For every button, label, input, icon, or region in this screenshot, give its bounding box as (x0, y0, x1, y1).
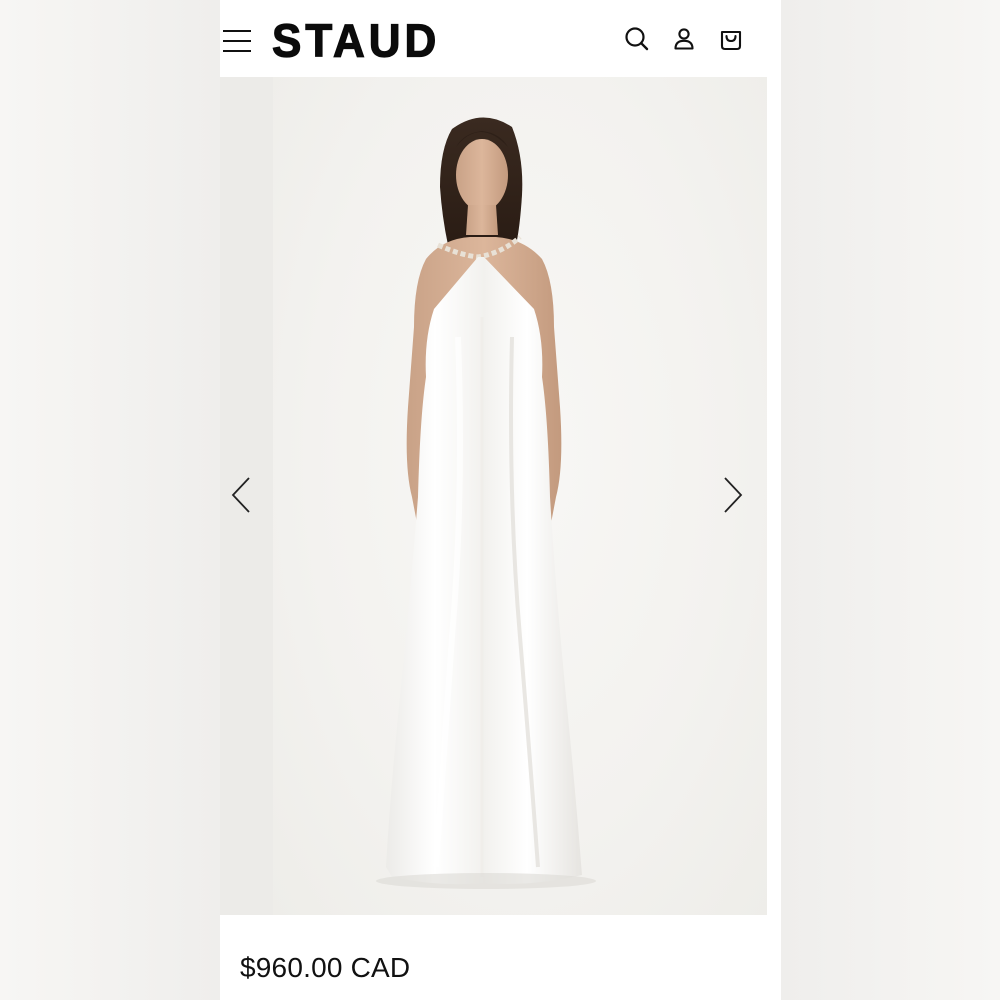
chevron-right-icon[interactable] (711, 465, 751, 525)
site-header: STAUD (220, 0, 781, 78)
brand-logo[interactable]: STAUD (271, 15, 440, 70)
page-backdrop-left (0, 0, 220, 1000)
product-page: STAUD $960.00 CAD (220, 0, 781, 1000)
product-price: $960.00 CAD (240, 952, 411, 983)
shopping-bag-icon[interactable] (716, 24, 746, 54)
chevron-left-icon[interactable] (223, 465, 263, 525)
search-icon[interactable] (622, 24, 652, 54)
user-icon[interactable] (669, 24, 699, 54)
page-backdrop-right (781, 0, 1000, 1000)
product-image (376, 117, 596, 889)
hamburger-menu-icon[interactable] (220, 26, 254, 56)
product-image-gallery[interactable] (220, 77, 767, 915)
